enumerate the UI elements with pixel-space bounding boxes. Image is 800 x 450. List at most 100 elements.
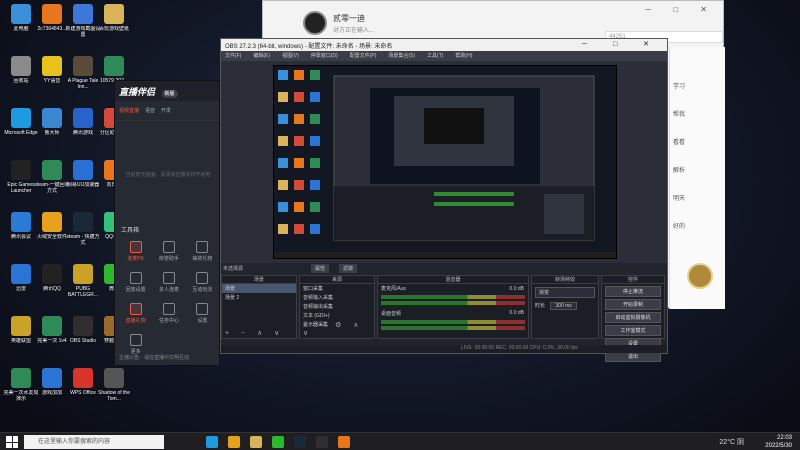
tool-label: 回放设置 [125,287,146,293]
source-item[interactable]: 文本 (GDI+) [300,311,374,320]
live-companion-panel: 直播伴侣 新版 视频直播 语音 开发 当前暂无画面，请添加直播素材开始吧 工具箱… [114,80,220,366]
transition-select[interactable]: 渐变 [535,287,595,298]
control-button[interactable]: 启动虚拟摄像机 [605,312,661,323]
obs-menu-item[interactable]: 工具(T) [427,52,443,60]
obs-menu-item[interactable]: 编辑(E) [253,52,270,60]
chat-message-snippet: 好的 [673,224,686,230]
preview-desktop-icon [310,224,320,234]
app-icon [73,56,93,76]
preview-desktop-icon [294,180,304,190]
obs-menu-item[interactable]: 文件(F) [225,52,241,60]
duration-input[interactable]: 300 ms [550,302,577,310]
tool-label: 直播礼物 [125,318,146,324]
toolbox-item[interactable]: 回放设置 [119,272,152,293]
app-icon [104,56,124,76]
taskbar-app-icon[interactable] [206,436,218,448]
desktop-shortcut[interactable]: Shadow of the Tom... [95,368,133,412]
app-icon [104,4,124,24]
obs-preview[interactable] [273,65,617,259]
tab-develop[interactable]: 开发 [161,107,171,114]
source-item[interactable]: 窗口采集 [300,284,374,293]
tab-voice[interactable]: 语音 [145,107,155,114]
chat-avatar-icon[interactable] [687,263,713,289]
window-controls[interactable]: ─ □ ✕ [582,40,661,48]
app-icon [42,212,62,232]
transitions-header: 转场特效 [532,276,598,284]
taskbar-app-icon[interactable] [294,436,306,448]
app-icon [42,108,62,128]
obs-menu-item[interactable]: 停靠窗口(D) [311,52,338,60]
chat-message-snippet: 学习 [673,84,686,90]
control-button[interactable]: 停止推流 [605,286,661,297]
live-header: 直播伴侣 新版 [115,81,219,101]
scene-item[interactable]: 场景 2 [222,293,296,302]
preview-desktop-icon [310,114,320,124]
properties-button[interactable]: 属性 [311,264,330,273]
toolbox-item[interactable]: 抽奖礼物 [186,241,219,262]
taskbar-app-icon[interactable] [316,436,328,448]
desktop-shortcut[interactable]: 百玩游戏壁纸 [95,4,133,48]
obs-title: OBS 27.2.3 (64-bit, windows) - 配置文件: 未命名… [225,44,393,50]
control-button[interactable]: 工作室模式 [605,325,661,336]
obs-menu-item[interactable]: 场景集合(S) [388,52,415,60]
preview-desktop-icon [278,114,288,124]
toolbox-item[interactable]: 互动玩法 [186,272,219,293]
toolbox-item[interactable]: 连麦PK [119,241,152,262]
app-icon [42,316,62,336]
preview-desktop-icon [294,224,304,234]
taskbar-app-icon[interactable] [228,436,240,448]
app-icon [42,4,62,24]
toolbox-grid: 连麦PK 房管助手 抽奖礼物回放设置 多人连麦 互动玩法直播礼物 任务中心 设置更多 [119,241,219,355]
app-icon [73,108,93,128]
app-icon [11,316,31,336]
scene-item[interactable]: 场景 [222,284,296,293]
app-icon [42,56,62,76]
chat-message-snippet: 明天 [673,196,686,202]
weather-status[interactable]: 22°C 阴 [719,437,744,447]
scenes-dock: 场景 场景 场景 2 + − ∧ ∨ [221,275,297,339]
tool-icon [162,241,175,253]
volume-meter [381,295,525,299]
obs-menu-bar: 文件(F) 编辑(E) 视图(V) 停靠窗口(D) 配置文件(P) 场景集合(S) 工具(T… [221,51,667,61]
window-controls[interactable]: ─ □ ✕ [645,5,717,14]
preview-desktop-icon [294,136,304,146]
toolbox-item[interactable]: 任务中心 [152,303,185,324]
taskbar-app-icon[interactable] [338,436,350,448]
clock[interactable]: 22:03 2022/5/30 [765,434,792,450]
sources-header: 来源 [300,276,374,284]
toolbox-item[interactable]: 房管助手 [152,241,185,262]
app-icon [73,368,93,388]
tool-icon [196,272,209,284]
obs-menu-item[interactable]: 视图(V) [282,52,299,60]
source-item[interactable]: 音频输出采集 [300,302,374,311]
preview-desktop-icon [294,202,304,212]
toolbox-item[interactable]: 多人连麦 [152,272,185,293]
source-controls[interactable]: + − ⚙ ∧ ∨ [303,321,374,337]
taskbar-search-input[interactable]: 在这里输入你要搜索的内容 [24,435,164,449]
avatar [303,11,327,35]
toolbox-item[interactable]: 更多 [119,334,152,355]
chat-message-snippet: 帮我 [673,112,686,118]
toolbox-item[interactable]: 直播礼物 [119,303,152,324]
windows-start-icon[interactable] [6,436,18,448]
tool-label: 互动玩法 [192,287,213,293]
control-button[interactable]: 开始录制 [605,299,661,310]
app-icon [11,212,31,232]
obs-menu-item[interactable]: 配置文件(P) [350,52,377,60]
transitions-dock: 转场特效 渐变 时长 300 ms [531,275,599,339]
taskbar: 在这里输入你要搜索的内容 22°C 阴 22:03 2022/5/30 [0,432,800,450]
app-icon [42,264,62,284]
clock-date: 2022/5/30 [765,443,792,449]
tab-video-live[interactable]: 视频直播 [119,107,139,114]
scene-controls[interactable]: + − ∧ ∨ [225,329,284,337]
app-icon [73,264,93,284]
source-item[interactable]: 音频输入采集 [300,293,374,302]
volume-meter [381,326,525,330]
taskbar-app-icon[interactable] [250,436,262,448]
toolbox-item[interactable]: 设置 [186,303,219,324]
filters-button[interactable]: 滤镜 [339,264,358,273]
no-source-label: 未选择源 [223,266,244,272]
taskbar-app-icon[interactable] [272,436,284,448]
obs-menu-item[interactable]: 帮助(H) [455,52,472,60]
app-icon [11,108,31,128]
